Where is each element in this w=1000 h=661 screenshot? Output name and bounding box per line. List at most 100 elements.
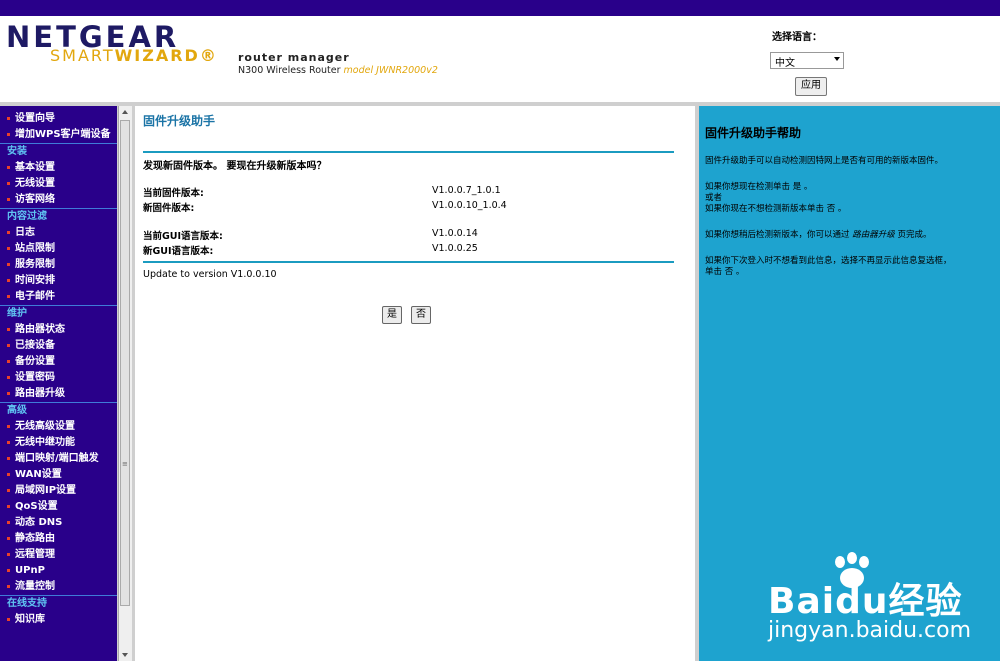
apply-button[interactable]: 应用: [795, 77, 827, 96]
help-paragraph: 如果你下次登入时不想看到此信息，选择不再显示此信息复选框， 单击 否 。: [705, 256, 952, 277]
router-upgrade-link[interactable]: 路由器升级: [852, 230, 895, 240]
sidebar-item[interactable]: 备份设置: [0, 354, 117, 370]
sidebar-item[interactable]: 无线中继功能: [0, 435, 117, 451]
bullet-icon: [7, 553, 10, 556]
bullet-icon: [7, 247, 10, 250]
new-gui-value: V1.0.0.25: [432, 243, 478, 254]
sidebar-item-label: 备份设置: [15, 356, 55, 367]
smartwizard-logo: SMARTWIZARD®: [50, 46, 218, 65]
sidebar-item-label: 流量控制: [15, 581, 55, 592]
scroll-down-icon[interactable]: [122, 653, 128, 657]
sidebar-item-label: QoS设置: [15, 501, 58, 512]
bullet-icon: [7, 521, 10, 524]
sidebar-item[interactable]: UPnP: [0, 563, 117, 579]
sidebar-item-label: 无线高级设置: [15, 421, 75, 432]
sidebar-category: 在线支持: [0, 595, 117, 612]
sidebar-category: 安装: [0, 143, 117, 160]
sidebar-item-label: 日志: [15, 227, 35, 238]
bullet-icon: [7, 166, 10, 169]
main-panel: 固件升级助手 发现新固件版本。 要现在升级新版本吗？ 当前固件版本: V1.0.…: [135, 106, 695, 661]
sidebar-item[interactable]: 站点限制: [0, 241, 117, 257]
sidebar-item-label: 远程管理: [15, 549, 55, 560]
bullet-icon: [7, 133, 10, 136]
sidebar-item[interactable]: 设置密码: [0, 370, 117, 386]
bullet-icon: [7, 279, 10, 282]
bullet-icon: [7, 392, 10, 395]
bullet-icon: [7, 117, 10, 120]
sidebar-item[interactable]: 基本设置: [0, 160, 117, 176]
sidebar-nav: 设置向导增加WPS客户端设备安装 基本设置 无线设置访客网络内容过滤日志站点限制服务…: [0, 106, 117, 661]
help-paragraph: 如果你想现在检测单击 是 。 或者 如果你现在不想检测新版本单击 否 。: [705, 182, 847, 214]
scroll-up-icon[interactable]: [122, 110, 128, 114]
sidebar-item[interactable]: 无线高级设置: [0, 419, 117, 435]
sidebar-item[interactable]: 流量控制: [0, 579, 117, 595]
bullet-icon: [7, 263, 10, 266]
bullet-icon: [7, 441, 10, 444]
sidebar-item-label: 增加WPS客户端设备: [15, 129, 111, 140]
sidebar-item-label: 端口映射/端口触发: [15, 453, 99, 464]
upgrade-question: 发现新固件版本。 要现在升级新版本吗？: [143, 161, 327, 172]
bullet-icon: [7, 537, 10, 540]
bullet-icon: [7, 618, 10, 621]
language-label: 选择语言：: [772, 32, 822, 43]
sidebar-item[interactable]: 静态路由: [0, 531, 117, 547]
help-paragraph: 固件升级助手可以自动检测因特网上是否有可用的新版本固件。: [705, 156, 944, 166]
sidebar-item[interactable]: 无线设置: [0, 176, 117, 192]
bullet-icon: [7, 295, 10, 298]
sidebar-item[interactable]: 日志: [0, 225, 117, 241]
chevron-down-icon: [834, 57, 840, 61]
sidebar-item-label: 站点限制: [15, 243, 55, 254]
yes-button[interactable]: 是: [382, 306, 402, 324]
sidebar-item-label: UPnP: [15, 565, 45, 576]
sidebar-item-label: 局域网IP设置: [15, 485, 77, 496]
sidebar-item-label: 无线中继功能: [15, 437, 75, 448]
current-gui-label: 当前GUI语言版本:: [143, 231, 223, 242]
sidebar-item[interactable]: QoS设置: [0, 499, 117, 515]
sidebar-item[interactable]: 路由器升级: [0, 386, 117, 402]
sidebar-item[interactable]: 动态 DNS: [0, 515, 117, 531]
bullet-icon: [7, 569, 10, 572]
sidebar-item[interactable]: 已接设备: [0, 338, 117, 354]
sidebar-item-label: 电子邮件: [15, 291, 55, 302]
sidebar-item[interactable]: 访客网络: [0, 192, 117, 208]
sidebar-item-label: 服务限制: [15, 259, 55, 270]
bullet-icon: [7, 489, 10, 492]
new-gui-label: 新GUI语言版本:: [143, 246, 214, 257]
divider: [143, 261, 674, 263]
bullet-icon: [7, 344, 10, 347]
sidebar-item-label: 已接设备: [15, 340, 55, 351]
bullet-icon: [7, 425, 10, 428]
sidebar-item[interactable]: 端口映射/端口触发: [0, 451, 117, 467]
frame-resize-grip-icon[interactable]: ≡: [122, 460, 128, 468]
sidebar-item[interactable]: 远程管理: [0, 547, 117, 563]
update-note: Update to version V1.0.0.10: [143, 269, 277, 280]
router-manager-label: router manager: [238, 51, 350, 64]
current-gui-value: V1.0.0.14: [432, 228, 478, 239]
page-title: 固件升级助手: [143, 114, 216, 128]
sidebar-item-label: WAN设置: [15, 469, 62, 480]
language-select[interactable]: 中文: [770, 52, 844, 69]
no-button[interactable]: 否: [411, 306, 431, 324]
bullet-icon: [7, 585, 10, 588]
sidebar-item[interactable]: 局域网IP设置: [0, 483, 117, 499]
top-bar: [0, 0, 1000, 16]
sidebar-item[interactable]: 知识库: [0, 612, 117, 628]
sidebar-item[interactable]: WAN设置: [0, 467, 117, 483]
scrollbar-thumb[interactable]: [120, 120, 130, 606]
sidebar-item-label: 设置密码: [15, 372, 55, 383]
sidebar-item-label: 访客网络: [15, 194, 55, 205]
sidebar-category: 内容过滤: [0, 208, 117, 225]
bullet-icon: [7, 198, 10, 201]
sidebar-item[interactable]: 时间安排: [0, 273, 117, 289]
sidebar-item[interactable]: 路由器状态: [0, 322, 117, 338]
help-title: 固件升级助手帮助: [705, 126, 802, 140]
bullet-icon: [7, 182, 10, 185]
sidebar-item[interactable]: 服务限制: [0, 257, 117, 273]
sidebar-item-label: 路由器状态: [15, 324, 65, 335]
sidebar-item[interactable]: 设置向导: [0, 111, 117, 127]
sidebar-item[interactable]: 增加WPS客户端设备: [0, 127, 117, 143]
sidebar-item[interactable]: 电子邮件: [0, 289, 117, 305]
bullet-icon: [7, 231, 10, 234]
sidebar-item-label: 路由器升级: [15, 388, 65, 399]
sidebar-scrollbar[interactable]: ≡: [118, 106, 132, 661]
